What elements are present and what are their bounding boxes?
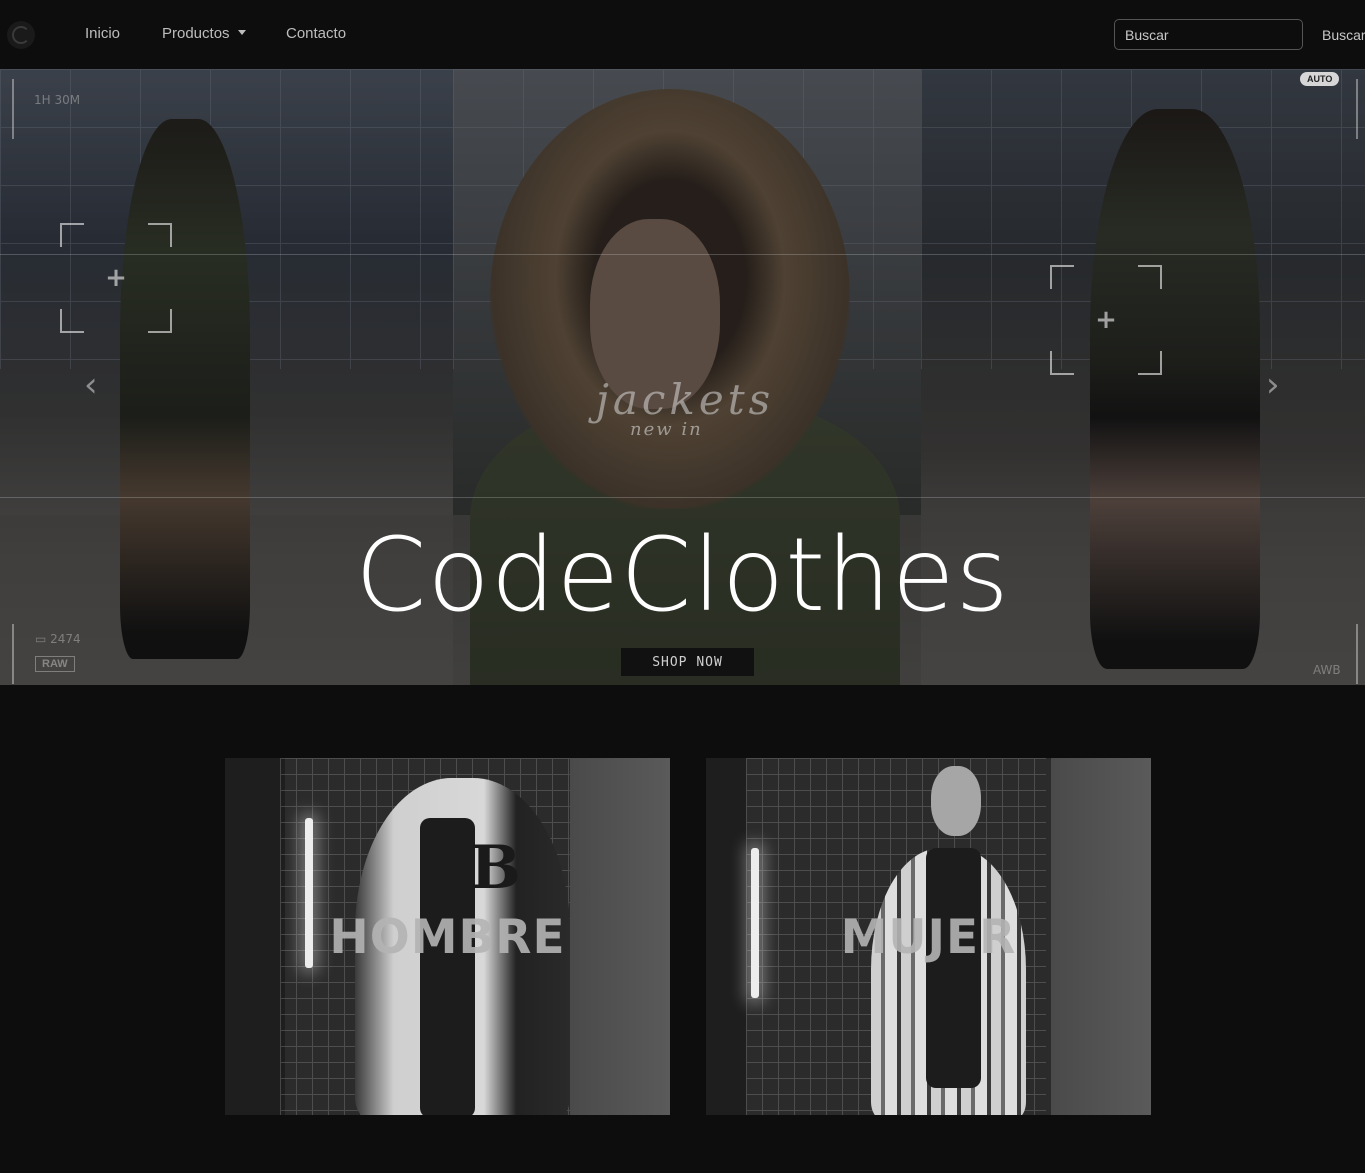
focus-frame-icon: +	[1050, 265, 1162, 375]
camera-format-badge: RAW	[35, 656, 75, 672]
banner-new-in-text: new in	[630, 419, 703, 440]
carousel-prev-arrow-icon[interactable]: ‹	[84, 365, 98, 405]
nav-link-inicio[interactable]: Inicio	[85, 25, 120, 42]
overlay-edge-bar	[1356, 79, 1358, 139]
hero-carousel: + + 1H 30M ▭ 2474 RAW AUTO AWB jackets n…	[0, 69, 1365, 685]
search-input[interactable]	[1114, 19, 1303, 50]
overlay-grid-line	[0, 497, 1365, 498]
nav-link-productos-label: Productos	[162, 25, 230, 42]
shop-now-button[interactable]: SHOP NOW	[621, 648, 754, 676]
caret-down-icon	[237, 29, 246, 35]
navbar: Inicio Productos Contacto Buscar	[0, 0, 1365, 69]
camera-wb-text: AWB	[1313, 663, 1341, 677]
hero-title: CodeClothes	[355, 516, 1010, 635]
carousel-next-arrow-icon[interactable]: ›	[1266, 365, 1280, 405]
overlay-grid-line	[0, 254, 1365, 255]
focus-frame-icon: +	[60, 223, 172, 333]
brand-logo-icon[interactable]	[7, 21, 35, 49]
category-label-mujer: MUJER	[840, 910, 1017, 965]
category-card-hombre[interactable]: B HOMBRE	[225, 758, 670, 1115]
category-label-hombre: HOMBRE	[329, 910, 566, 965]
category-card-mujer[interactable]: MUJER	[706, 758, 1151, 1115]
overlay-edge-bar	[12, 79, 14, 139]
search-button[interactable]: Buscar	[1313, 19, 1365, 50]
camera-time-text: 1H 30M	[34, 93, 81, 107]
camera-mode-badge: AUTO	[1300, 72, 1340, 86]
logo-c-icon	[12, 26, 30, 44]
letter-b-patch-image: B	[470, 833, 521, 903]
woman-head-image	[931, 766, 981, 836]
nav-link-productos[interactable]: Productos	[162, 25, 246, 42]
nav-link-contacto[interactable]: Contacto	[286, 25, 346, 42]
banner-jackets-text: jackets	[595, 375, 775, 424]
